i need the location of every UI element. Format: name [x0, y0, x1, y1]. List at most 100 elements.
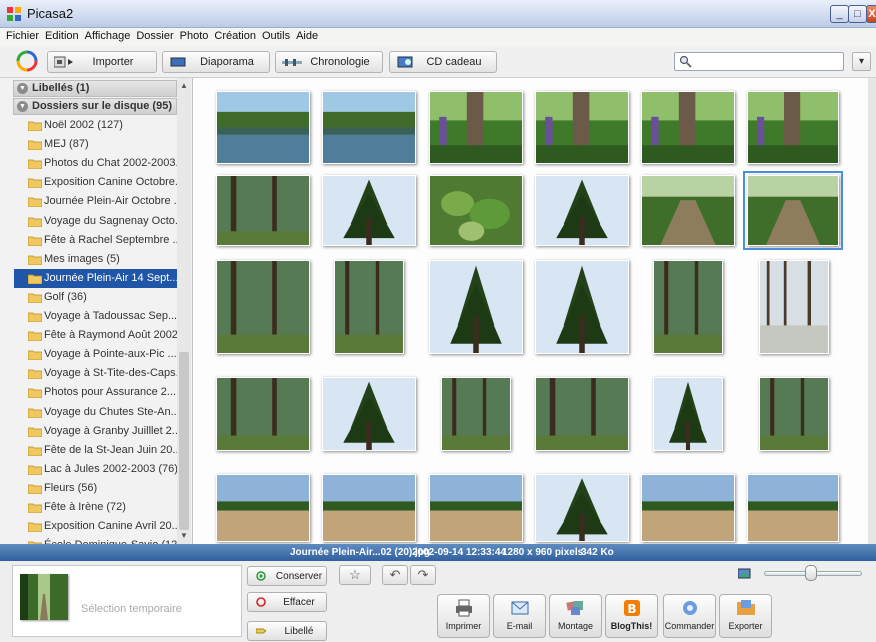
- export-button[interactable]: Exporter: [719, 594, 772, 638]
- photo-thumbnail[interactable]: [429, 474, 523, 542]
- folder-icon: [28, 197, 42, 208]
- folder-item[interactable]: Fête à Rachel Septembre ...: [14, 231, 177, 250]
- photo-thumbnail[interactable]: [429, 175, 523, 246]
- photo-thumbnail[interactable]: [535, 175, 629, 246]
- folder-item[interactable]: Voyage à Granby Juilllet 2...: [14, 422, 177, 441]
- photo-thumbnail[interactable]: [759, 260, 829, 354]
- disk-header-text: Dossiers sur le disque (95): [32, 100, 172, 112]
- grid-scrollbar[interactable]: [868, 78, 876, 544]
- order-prints-icon: [683, 601, 697, 615]
- print-button[interactable]: Imprimer: [437, 594, 490, 638]
- search-input[interactable]: [674, 52, 844, 71]
- menu-outils[interactable]: Outils: [261, 28, 295, 46]
- keep-label: Conserver: [275, 571, 323, 582]
- folder-item[interactable]: Voyage à St-Tite-des-Caps...: [14, 364, 177, 383]
- folder-item[interactable]: Fête à Raymond Août 2002...: [14, 326, 177, 345]
- montage-button[interactable]: Montage: [549, 594, 602, 638]
- folder-item[interactable]: Exposition Canine Avril 20...: [14, 517, 177, 536]
- folder-item[interactable]: Journée Plein-Air 14 Sept...: [14, 268, 177, 288]
- photo-thumbnail[interactable]: [322, 377, 416, 451]
- search-options-button[interactable]: ▾: [852, 52, 871, 71]
- folder-item[interactable]: Fleurs (56): [14, 479, 177, 498]
- keep-button[interactable]: Conserver: [247, 566, 327, 586]
- photo-thumbnail[interactable]: [334, 260, 404, 354]
- folder-item[interactable]: Noël 2002 (127): [14, 116, 177, 135]
- photo-thumbnail[interactable]: [535, 474, 629, 542]
- menu-fichier[interactable]: Fichier: [5, 28, 44, 46]
- photo-thumbnail[interactable]: [322, 91, 416, 164]
- photo-thumbnail[interactable]: [216, 474, 310, 542]
- folder-item[interactable]: Voyage du Chutes Ste-An...: [14, 403, 177, 422]
- photo-thumbnail[interactable]: [641, 91, 735, 164]
- gift-cd-button[interactable]: CD cadeau: [389, 51, 497, 73]
- photo-thumbnail[interactable]: [747, 474, 839, 542]
- folder-item[interactable]: Lac à Jules 2002-2003 (76): [14, 460, 177, 479]
- scroll-down-icon[interactable]: ▼: [178, 530, 190, 542]
- photo-thumbnail[interactable]: [216, 260, 310, 354]
- folder-item[interactable]: Fête de la St-Jean Juin 20...: [14, 441, 177, 460]
- photo-thumbnail[interactable]: [535, 260, 629, 354]
- menu-aide[interactable]: Aide: [295, 28, 323, 46]
- photo-thumbnail[interactable]: [747, 91, 839, 164]
- rotate-right-button[interactable]: ↷: [410, 565, 436, 585]
- menu-dossier[interactable]: Dossier: [135, 28, 178, 46]
- photo-thumbnail[interactable]: [429, 91, 523, 164]
- disk-folders-group-header[interactable]: ▼ Dossiers sur le disque (95): [13, 98, 177, 115]
- menu-creation[interactable]: Création: [213, 28, 261, 46]
- timeline-button[interactable]: Chronologie: [275, 51, 383, 73]
- folder-label: Exposition Canine Octobre...: [44, 176, 177, 189]
- star-button[interactable]: ☆: [339, 565, 371, 585]
- folder-item[interactable]: Mes images (5): [14, 250, 177, 269]
- photo-thumbnail[interactable]: [653, 377, 723, 451]
- scrollbar-thumb[interactable]: [179, 352, 189, 530]
- photo-thumbnail[interactable]: [653, 260, 723, 354]
- folder-item[interactable]: Voyage à Pointe-aux-Pic ...: [14, 345, 177, 364]
- photo-thumbnail[interactable]: [535, 91, 629, 164]
- folder-label: Golf (36): [44, 290, 87, 303]
- maximize-button[interactable]: □: [848, 5, 867, 23]
- photo-thumbnail[interactable]: [641, 474, 735, 542]
- photo-thumbnail[interactable]: [322, 175, 416, 246]
- folder-item[interactable]: Photos pour Assurance 2...: [14, 383, 177, 402]
- photo-tray[interactable]: Sélection temporaire: [12, 565, 242, 637]
- photo-thumbnail[interactable]: [441, 377, 511, 451]
- folder-item[interactable]: MEJ (87): [14, 135, 177, 154]
- rotate-left-button[interactable]: ↶: [382, 565, 408, 585]
- import-button[interactable]: Importer: [47, 51, 157, 73]
- folder-item[interactable]: Golf (36): [14, 288, 177, 307]
- folder-scrollbar[interactable]: ▲ ▼: [177, 78, 191, 544]
- photo-thumbnail[interactable]: [322, 474, 416, 542]
- folder-item[interactable]: Voyage du Sagnenay Octo...: [14, 212, 177, 231]
- folder-item[interactable]: Journée Plein-Air Octobre ...: [14, 192, 177, 211]
- folder-item[interactable]: Fête à Irène (72): [14, 498, 177, 517]
- close-button[interactable]: X: [866, 5, 876, 23]
- slider-knob[interactable]: [805, 565, 818, 581]
- folder-item[interactable]: Photos du Chat 2002-2003...: [14, 154, 177, 173]
- scroll-up-icon[interactable]: ▲: [178, 80, 190, 92]
- labels-group-header[interactable]: ▼ Libellés (1): [13, 80, 177, 97]
- photo-thumbnail[interactable]: [216, 377, 310, 451]
- photo-thumbnail[interactable]: [429, 260, 523, 354]
- email-button[interactable]: E-mail: [493, 594, 546, 638]
- menu-edition[interactable]: Edition: [44, 28, 84, 46]
- order-prints-button[interactable]: Commander: [663, 594, 716, 638]
- menu-affichage[interactable]: Affichage: [84, 28, 136, 46]
- photo-thumbnail[interactable]: [759, 377, 829, 451]
- photo-thumbnail[interactable]: [535, 377, 629, 451]
- photo-thumbnail[interactable]: [641, 175, 735, 246]
- photo-thumbnail[interactable]: [743, 171, 843, 250]
- folder-icon: [28, 522, 42, 533]
- tray-thumbnail[interactable]: [20, 574, 68, 620]
- menu-photo[interactable]: Photo: [179, 28, 214, 46]
- picasa-logo-icon[interactable]: [16, 50, 38, 72]
- clear-button[interactable]: Effacer: [247, 592, 327, 612]
- photo-thumbnail[interactable]: [216, 175, 310, 246]
- blogthis-button[interactable]: B BlogThis!: [605, 594, 658, 638]
- minimize-button[interactable]: _: [830, 5, 849, 23]
- photo-thumbnail[interactable]: [216, 91, 310, 164]
- label-button[interactable]: Libellé: [247, 621, 327, 641]
- label-label: Libellé: [284, 626, 314, 637]
- folder-item[interactable]: Exposition Canine Octobre...: [14, 173, 177, 192]
- folder-item[interactable]: Voyage à Tadoussac Sep...: [14, 307, 177, 326]
- slideshow-button[interactable]: Diaporama: [162, 51, 270, 73]
